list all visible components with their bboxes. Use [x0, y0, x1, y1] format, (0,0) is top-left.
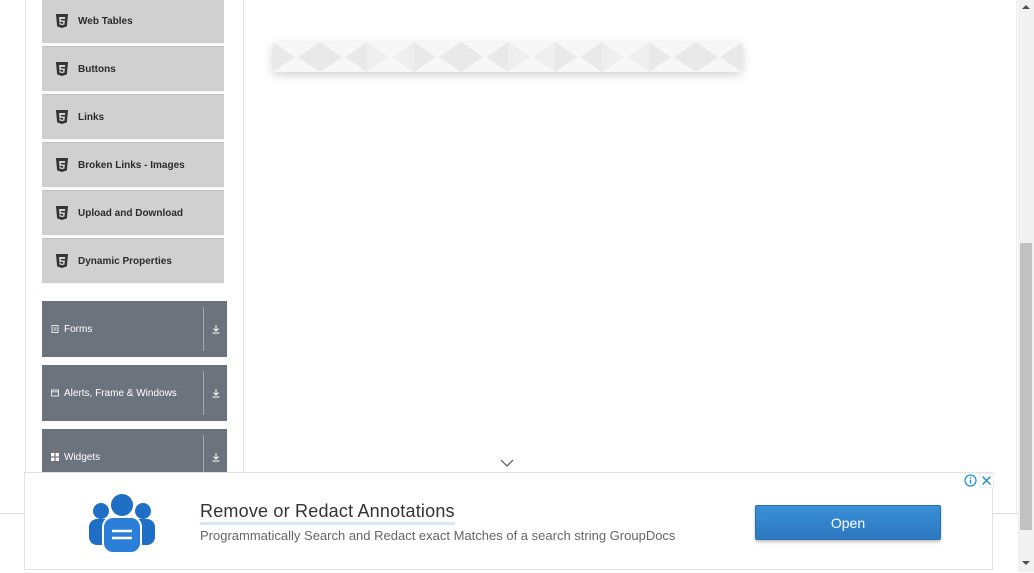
sidebar-item-label: Dynamic Properties	[78, 255, 172, 267]
html5-icon	[56, 206, 68, 220]
sidebar-item-label: Web Tables	[78, 15, 133, 27]
sidebar-item-label: Broken Links - Images	[78, 159, 185, 171]
sidebar-group-alerts[interactable]: Alerts, Frame & Windows	[42, 365, 227, 421]
html5-icon	[56, 254, 68, 268]
chevron-down-icon[interactable]	[500, 458, 514, 468]
group-divider	[203, 371, 204, 415]
grid-icon	[51, 453, 59, 461]
loading-placeholder	[273, 42, 742, 72]
ad-close-icon[interactable]	[979, 473, 994, 488]
html5-icon	[56, 158, 68, 172]
scrollbar-thumb[interactable]	[1020, 243, 1032, 530]
content-left-border	[25, 0, 26, 515]
group-label: Forms	[64, 323, 93, 335]
ad-open-button[interactable]: Open	[755, 505, 941, 540]
html5-icon	[56, 14, 68, 28]
sidebar-item-label: Links	[78, 111, 105, 123]
ad-title[interactable]: Remove or Redact Annotations	[200, 501, 455, 525]
download-icon[interactable]	[210, 387, 222, 399]
sidebar-item-label: Upload and Download	[78, 207, 183, 219]
download-icon[interactable]	[210, 323, 222, 335]
form-icon	[51, 325, 59, 333]
group-divider	[203, 307, 204, 351]
scroll-up-arrow-icon[interactable]	[1021, 3, 1031, 11]
sidebar-item-dynamic-properties[interactable]: Dynamic Properties	[42, 238, 224, 284]
ad-description: Programmatically Search and Redact exact…	[200, 528, 676, 543]
sidebar-item-label: Buttons	[78, 63, 116, 75]
sidebar-item-broken-links[interactable]: Broken Links - Images	[42, 142, 224, 188]
ad-banner[interactable]: Remove or Redact Annotations Programmati…	[24, 472, 994, 570]
scroll-down-arrow-icon[interactable]	[1021, 559, 1031, 567]
download-icon[interactable]	[210, 451, 222, 463]
sidebar-item-buttons[interactable]: Buttons	[42, 46, 224, 92]
sidebar-item-web-tables[interactable]: Web Tables	[42, 0, 224, 44]
groupdocs-logo-icon	[89, 494, 155, 554]
group-label: Alerts, Frame & Windows	[64, 387, 177, 399]
group-label: Widgets	[64, 451, 101, 463]
sidebar-item-upload-download[interactable]: Upload and Download	[42, 190, 224, 236]
content-right-border	[1016, 0, 1017, 515]
html5-icon	[56, 110, 68, 124]
sidebar-group-forms[interactable]: Forms	[42, 301, 227, 357]
html5-icon	[56, 62, 68, 76]
sidebar-right-border	[243, 0, 244, 515]
sidebar-item-links[interactable]: Links	[42, 94, 224, 140]
ad-info-icon[interactable]	[963, 473, 978, 488]
window-icon	[51, 389, 59, 397]
